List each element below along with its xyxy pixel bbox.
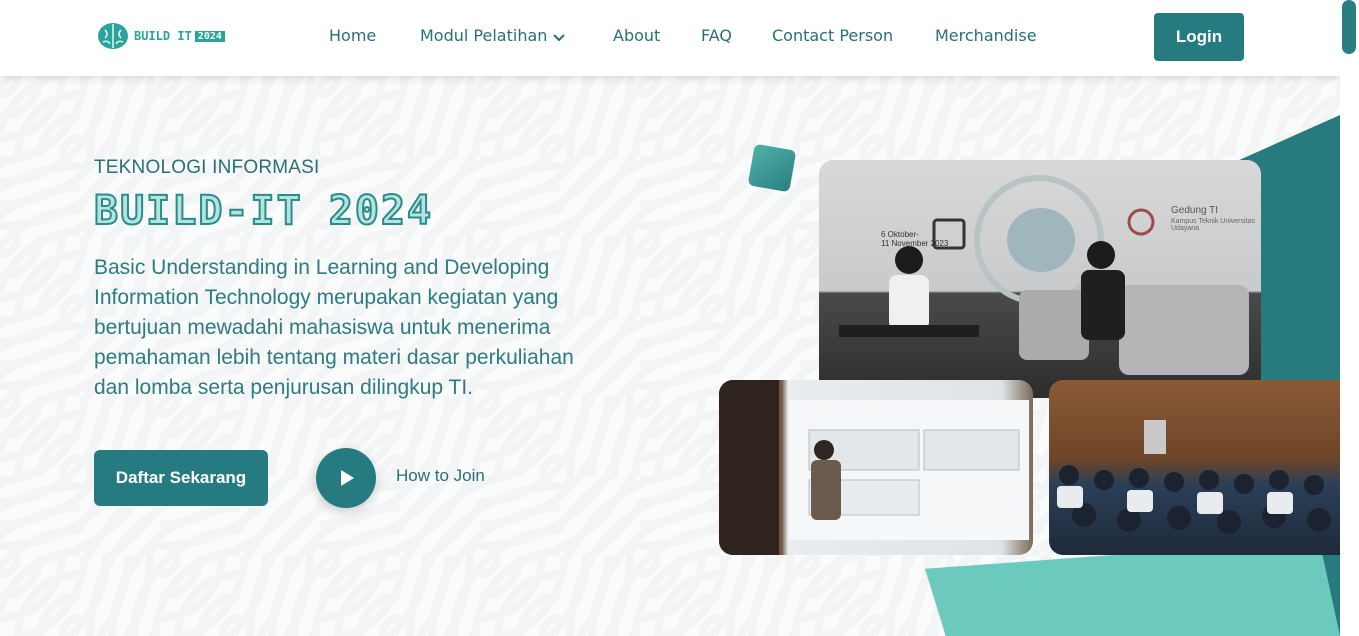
logo-wordmark: BUILD IT 2024 <box>134 29 225 43</box>
nav-faq[interactable]: FAQ <box>701 24 732 48</box>
nav-about[interactable]: About <box>613 24 660 48</box>
event-photo-audience <box>1049 380 1340 555</box>
logo-year: 2024 <box>194 30 225 42</box>
register-button[interactable]: Daftar Sekarang <box>94 450 268 506</box>
photo-place-caption: Gedung TI <box>1171 205 1219 216</box>
page-scrollbar[interactable] <box>1340 0 1359 636</box>
nav-home[interactable]: Home <box>329 24 376 48</box>
scrollbar-thumb[interactable] <box>1342 0 1356 54</box>
decor-square <box>747 143 797 193</box>
hero-description: Basic Understanding in Learning and Deve… <box>94 256 574 399</box>
hero-eyebrow: TEKNOLOGI INFORMASI <box>94 157 320 178</box>
site-logo[interactable]: BUILD IT 2024 <box>96 20 225 52</box>
nav-modul-label: Modul Pelatihan <box>420 26 548 45</box>
how-to-join-link[interactable]: How to Join <box>396 466 485 486</box>
chevron-down-icon <box>553 33 566 41</box>
whiteboard-illustration <box>719 380 1029 555</box>
login-button[interactable]: Login <box>1154 13 1244 61</box>
talkshow-illustration <box>839 175 1249 375</box>
logo-text: BUILD IT <box>134 29 192 43</box>
brain-logo-icon <box>98 23 128 49</box>
photo-date-caption: 6 Oktober- 11 November 2023 <box>881 230 949 248</box>
nav-modul-pelatihan[interactable]: Modul Pelatihan <box>420 24 567 48</box>
photo-place-sub-caption: Kampus Teknik Universitas Udayana <box>1171 218 1255 232</box>
event-photo-talkshow: 6 Oktober- 11 November 2023 Gedung TI Ka… <box>819 160 1261 398</box>
audience-illustration <box>1057 420 1331 534</box>
play-icon <box>341 470 354 486</box>
event-photo-whiteboard <box>719 380 1033 555</box>
play-video-button[interactable] <box>316 448 376 508</box>
navbar: BUILD IT 2024 Home Modul Pelatihan About… <box>0 0 1340 76</box>
nav-merchandise[interactable]: Merchandise <box>935 24 1037 48</box>
nav-contact-person[interactable]: Contact Person <box>772 24 893 48</box>
hero-title: BUILD-IT 2024 <box>93 187 434 235</box>
